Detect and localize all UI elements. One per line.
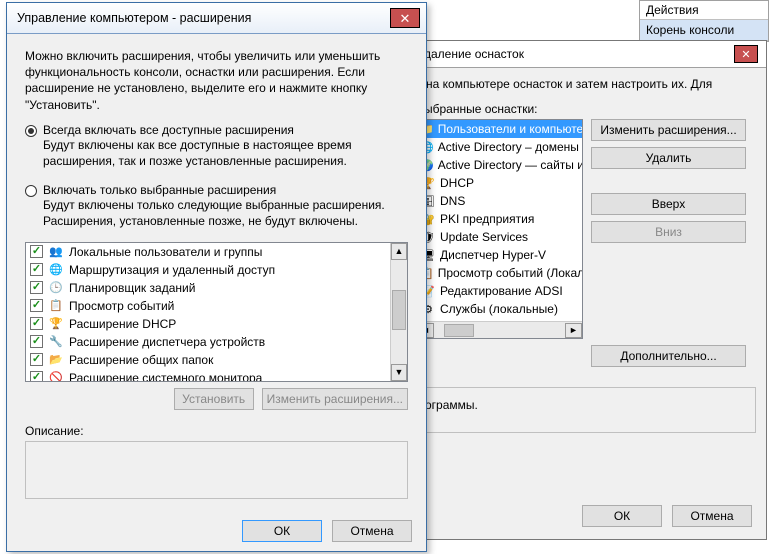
list-item: 🔐PKI предприятия	[417, 210, 582, 228]
description-label: Описание:	[25, 424, 408, 438]
list-item: 📂Расширение общих папок	[26, 351, 390, 369]
move-up-button[interactable]: Вверх	[591, 193, 746, 215]
intro-text: Можно включить расширения, чтобы увеличи…	[25, 48, 408, 113]
edit-extensions-button[interactable]: Изменить расширения...	[262, 388, 408, 410]
actions-root[interactable]: Корень консоли	[640, 20, 768, 41]
users-icon: 👥	[48, 244, 64, 260]
ok-button[interactable]: ОК	[242, 520, 322, 542]
checkbox-icon[interactable]	[30, 335, 43, 348]
extensions-list[interactable]: 👥Локальные пользователи и группы 🌐Маршру…	[25, 242, 408, 382]
cancel-button[interactable]: Отмена	[672, 505, 752, 527]
list-item: 🗄DNS	[417, 192, 582, 210]
dialog-title: ...даление оснасток	[414, 47, 524, 61]
extensions-dialog: Управление компьютером - расширения ✕ Мо…	[6, 2, 427, 552]
add-remove-snapins-dialog: ...даление оснасток ✕ ...на компьютере о…	[405, 40, 767, 540]
list-item: 📋Просмотр событий (Локал	[417, 264, 582, 282]
checkbox-icon[interactable]	[30, 245, 43, 258]
close-icon[interactable]: ✕	[734, 45, 758, 63]
titlebar: ...даление оснасток ✕	[406, 41, 766, 68]
ok-button[interactable]: ОК	[582, 505, 662, 527]
list-item: 🖥Диспетчер Hyper-V	[417, 246, 582, 264]
close-icon[interactable]: ✕	[390, 8, 420, 28]
scroll-thumb[interactable]	[444, 324, 474, 337]
list-item: 📝Редактирование ADSI	[417, 282, 582, 300]
scheduler-icon: 🕒	[48, 280, 64, 296]
cancel-button[interactable]: Отмена	[332, 520, 412, 542]
dhcp-icon: 🏆	[48, 316, 64, 332]
radio-always-enable[interactable]: Всегда включать все доступные расширения	[25, 123, 408, 137]
list-item: 🔧Расширение диспетчера устройств	[26, 333, 390, 351]
selected-snapins-list[interactable]: 📁Пользователи и компьюте 🌐Active Directo…	[416, 119, 583, 339]
list-item: 🌐Active Directory – домены и	[417, 138, 582, 156]
remove-button[interactable]: Удалить	[591, 147, 746, 169]
horizontal-scrollbar[interactable]: ◄ ►	[417, 321, 582, 338]
list-item: 🌐Маршрутизация и удаленный доступ	[26, 261, 390, 279]
radio-help-text: Будут включены только следующие выбранны…	[43, 197, 408, 229]
list-item: 🕒Планировщик заданий	[26, 279, 390, 297]
shares-icon: 📂	[48, 352, 64, 368]
description-group: ограммы.	[416, 387, 756, 433]
checkbox-icon[interactable]	[30, 281, 43, 294]
checkbox-icon[interactable]	[30, 263, 43, 276]
routing-icon: 🌐	[48, 262, 64, 278]
scroll-down-icon[interactable]: ▼	[391, 364, 407, 381]
titlebar[interactable]: Управление компьютером - расширения ✕	[7, 3, 426, 34]
list-item: 📋Просмотр событий	[26, 297, 390, 315]
events-icon: 📋	[48, 298, 64, 314]
list-item: 🌍Active Directory — сайты и	[417, 156, 582, 174]
edit-extensions-button[interactable]: Изменить расширения...	[591, 119, 746, 141]
list-item: 🛡Update Services	[417, 228, 582, 246]
checkbox-icon[interactable]	[30, 353, 43, 366]
radio-label: Всегда включать все доступные расширения	[43, 123, 294, 137]
list-item: 🏆Расширение DHCP	[26, 315, 390, 333]
info-text: ...на компьютере оснасток и затем настро…	[416, 76, 756, 92]
scroll-thumb[interactable]	[392, 290, 406, 330]
actions-pane: Действия Корень консоли	[639, 0, 769, 42]
move-down-button[interactable]: Вниз	[591, 221, 746, 243]
list-item: 📁Пользователи и компьюте	[417, 120, 582, 138]
selected-snapins-label: Выбранные оснастки:	[416, 102, 756, 116]
scroll-up-icon[interactable]: ▲	[391, 243, 407, 260]
scroll-right-icon[interactable]: ►	[565, 323, 582, 338]
list-item: 🚫Расширение системного монитора	[26, 369, 390, 381]
description-text: ограммы.	[425, 398, 478, 412]
vertical-scrollbar[interactable]: ▲ ▼	[390, 243, 407, 381]
dialog-title: Управление компьютером - расширения	[17, 11, 251, 25]
radio-selected-only[interactable]: Включать только выбранные расширения	[25, 183, 408, 197]
checkbox-icon[interactable]	[30, 317, 43, 330]
checkbox-icon[interactable]	[30, 371, 43, 381]
radio-label: Включать только выбранные расширения	[43, 183, 276, 197]
list-item: 👥Локальные пользователи и группы	[26, 243, 390, 261]
devmgr-icon: 🔧	[48, 334, 64, 350]
install-button[interactable]: Установить	[174, 388, 254, 410]
radio-help-text: Будут включены как все доступные в насто…	[43, 137, 408, 169]
advanced-button[interactable]: Дополнительно...	[591, 345, 746, 367]
description-field	[25, 441, 408, 499]
checkbox-icon[interactable]	[30, 299, 43, 312]
list-item: 🏆DHCP	[417, 174, 582, 192]
radio-icon	[25, 125, 37, 137]
list-item: ⚙Службы (локальные)	[417, 300, 582, 318]
radio-icon	[25, 185, 37, 197]
sysmon-icon: 🚫	[48, 370, 64, 381]
actions-title: Действия	[640, 1, 768, 20]
